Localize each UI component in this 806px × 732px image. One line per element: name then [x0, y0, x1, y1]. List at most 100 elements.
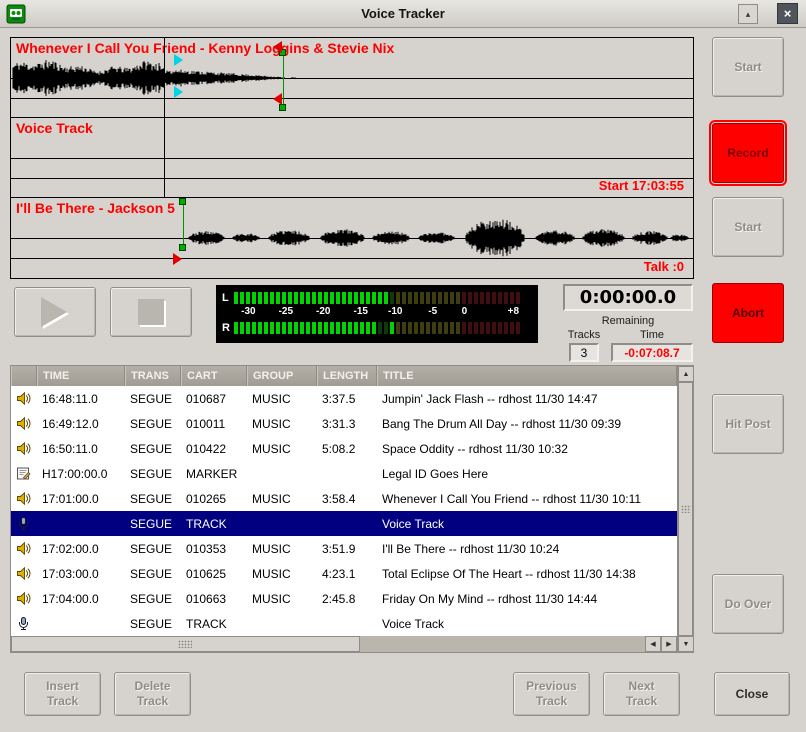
start-track1-button[interactable]: Start: [712, 37, 784, 97]
microphone-icon: [11, 611, 37, 636]
do-over-button[interactable]: Do Over: [712, 574, 784, 634]
log-column-header-length: LENGTH: [317, 366, 377, 386]
start-marker-handle[interactable]: [179, 244, 186, 251]
scroll-left-icon[interactable]: ◀: [645, 636, 661, 652]
meter-segment: [384, 292, 388, 304]
speaker-icon: [11, 536, 37, 561]
shade-button[interactable]: ▴: [738, 4, 758, 24]
log-cell: [317, 511, 377, 536]
log-row[interactable]: 16:49:12.0SEGUE010011MUSIC3:31.3Bang The…: [11, 411, 677, 436]
hit-post-button[interactable]: Hit Post: [712, 394, 784, 454]
fade-marker-icon[interactable]: [174, 54, 183, 66]
log-row[interactable]: 17:01:00.0SEGUE010265MUSIC3:58.4Whenever…: [11, 486, 677, 511]
meter-segment: [372, 322, 376, 334]
log-column-header-group: GROUP: [247, 366, 317, 386]
fade-marker-icon[interactable]: [174, 86, 183, 98]
log-cell: 010687: [181, 386, 247, 411]
remaining-label: Remaining: [560, 315, 696, 327]
scroll-right-icon[interactable]: ▶: [661, 636, 677, 652]
log-column-header-time: TIME: [37, 366, 125, 386]
meter-scale-label: -5: [428, 306, 437, 317]
waveform-editor: Whenever I Call You Friend - Kenny Loggi…: [10, 37, 694, 279]
vertical-scrollbar[interactable]: ▲ ▼: [677, 366, 693, 652]
meter-segment: [360, 292, 364, 304]
record-button[interactable]: Record: [712, 123, 784, 183]
meter-segment: [402, 292, 406, 304]
close-button[interactable]: Close: [714, 672, 790, 716]
log-row[interactable]: 16:50:11.0SEGUE010422MUSIC5:08.2Space Od…: [11, 436, 677, 461]
speaker-icon: [11, 386, 37, 411]
log-row[interactable]: SEGUETRACKVoice Track: [11, 511, 677, 536]
abort-button[interactable]: Abort: [712, 283, 784, 343]
hscroll-thumb[interactable]: [11, 636, 360, 652]
track-panel-2[interactable]: Voice TrackStart 17:03:55: [11, 118, 693, 198]
meter-segment: [282, 322, 286, 334]
log-row[interactable]: SEGUETRACKVoice Track: [11, 611, 677, 636]
meter-segment: [294, 322, 298, 334]
vscroll-thumb[interactable]: [678, 382, 693, 636]
scroll-down-icon[interactable]: ▼: [678, 636, 694, 652]
log-cell: MUSIC: [247, 411, 317, 436]
start-marker-handle[interactable]: [179, 198, 186, 205]
log-row[interactable]: H17:00:00.0SEGUEMARKERLegal ID Goes Here: [11, 461, 677, 486]
delete-track-button[interactable]: Delete Track: [114, 672, 191, 716]
end-marker-arrow-icon[interactable]: [273, 93, 282, 105]
hscroll-track[interactable]: [11, 636, 645, 652]
scroll-up-icon[interactable]: ▲: [678, 366, 694, 382]
meter-segment: [240, 292, 244, 304]
meter-segment: [492, 322, 496, 334]
meter-segment: [300, 292, 304, 304]
meter-segment: [450, 322, 454, 334]
start-track3-button[interactable]: Start: [712, 197, 784, 257]
meter-segment: [414, 322, 418, 334]
horizontal-scrollbar[interactable]: ◀ ▶: [11, 636, 677, 652]
log-cell: [317, 611, 377, 636]
stop-button[interactable]: [110, 287, 192, 337]
log-rows: 16:48:11.0SEGUE010687MUSIC3:37.5Jumpin' …: [11, 386, 677, 636]
track-panel-3[interactable]: I'll Be There - Jackson 5Talk :0: [11, 198, 693, 278]
stop-icon: [136, 296, 166, 328]
start-marker-arrow-icon[interactable]: [173, 253, 182, 265]
end-marker-line[interactable]: [283, 52, 284, 110]
meter-segment: [288, 292, 292, 304]
meter-segment: [252, 322, 256, 334]
log-cell: 010625: [181, 561, 247, 586]
meter-segment: [408, 292, 412, 304]
end-marker-arrow-icon[interactable]: [273, 41, 282, 53]
meter-segment: [252, 292, 256, 304]
log-row[interactable]: 17:03:00.0SEGUE010625MUSIC4:23.1Total Ec…: [11, 561, 677, 586]
meter-segment: [312, 292, 316, 304]
track-status-text: Talk :0: [644, 259, 684, 274]
log-row[interactable]: 16:48:11.0SEGUE010687MUSIC3:37.5Jumpin' …: [11, 386, 677, 411]
log-cell: 17:01:00.0: [37, 486, 125, 511]
meter-segment: [414, 292, 418, 304]
meter-segment: [510, 322, 514, 334]
meter-segment: [258, 292, 262, 304]
log-cell: [247, 611, 317, 636]
meter-segment: [474, 322, 478, 334]
meter-segment: [456, 292, 460, 304]
log-cell: 17:04:00.0: [37, 586, 125, 611]
log-cell: Friday On My Mind -- rdhost 11/30 14:44: [377, 586, 677, 611]
log-cell: H17:00:00.0: [37, 461, 125, 486]
log-row[interactable]: 17:04:00.0SEGUE010663MUSIC2:45.8Friday O…: [11, 586, 677, 611]
time-remaining-label: Time: [640, 329, 664, 341]
next-track-button[interactable]: Next Track: [603, 672, 680, 716]
insert-track-button[interactable]: Insert Track: [24, 672, 101, 716]
track-centerline: [11, 158, 693, 159]
track-panel-1[interactable]: Whenever I Call You Friend - Kenny Loggi…: [11, 38, 693, 118]
log-row[interactable]: 17:02:00.0SEGUE010353MUSIC3:51.9I'll Be …: [11, 536, 677, 561]
meter-segment: [306, 292, 310, 304]
end-marker-handle[interactable]: [279, 104, 286, 111]
previous-track-button[interactable]: Previous Track: [513, 672, 590, 716]
play-button[interactable]: [14, 287, 96, 337]
window-close-button[interactable]: ×: [777, 3, 798, 24]
log-cell: 3:31.3: [317, 411, 377, 436]
log-cell: Space Oddity -- rdhost 11/30 10:32: [377, 436, 677, 461]
log-cell: SEGUE: [125, 386, 181, 411]
meter-segment: [264, 292, 268, 304]
log-cell: SEGUE: [125, 486, 181, 511]
log-cell: SEGUE: [125, 411, 181, 436]
meter-segment: [462, 322, 466, 334]
playout-boundary-line: [164, 118, 165, 197]
